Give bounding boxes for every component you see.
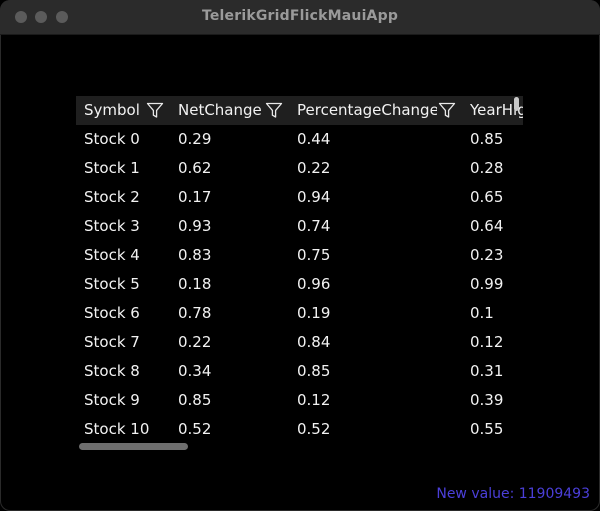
table-row[interactable]: Stock 4 0.83 0.75 0.23	[76, 241, 523, 270]
table-row[interactable]: Stock 2 0.17 0.94 0.65	[76, 183, 523, 212]
cell-symbol: Stock 5	[84, 275, 140, 293]
table-row[interactable]: Stock 10 0.52 0.52 0.55	[76, 415, 523, 444]
cell-percentagechange: 0.75	[297, 246, 331, 264]
cell-symbol: Stock 8	[84, 362, 140, 380]
cell-symbol: Stock 10	[84, 420, 150, 438]
table-row[interactable]: Stock 1 0.62 0.22 0.28	[76, 154, 523, 183]
title-bar: TelerikGridFlickMauiApp	[0, 0, 600, 35]
cell-symbol: Stock 4	[84, 246, 140, 264]
cell-symbol: Stock 1	[84, 159, 140, 177]
cell-yearhigh: 0.12	[470, 333, 504, 351]
cell-netchange: 0.29	[178, 130, 212, 148]
table-row[interactable]: Stock 8 0.34 0.85 0.31	[76, 357, 523, 386]
cell-percentagechange: 0.94	[297, 188, 331, 206]
cell-yearhigh: 0.28	[470, 159, 504, 177]
cell-netchange: 0.22	[178, 333, 212, 351]
cell-percentagechange: 0.44	[297, 130, 331, 148]
cell-symbol: Stock 3	[84, 217, 140, 235]
table-row[interactable]: Stock 5 0.18 0.96 0.99	[76, 270, 523, 299]
data-grid[interactable]: Symbol NetChange PercentageChange YearHi…	[76, 96, 523, 451]
column-header-netchange[interactable]: NetChange	[178, 96, 264, 125]
cell-netchange: 0.93	[178, 217, 212, 235]
column-header-percentagechange[interactable]: PercentageChange	[297, 96, 437, 125]
cell-yearhigh: 0.39	[470, 391, 504, 409]
cell-percentagechange: 0.74	[297, 217, 331, 235]
filter-icon[interactable]	[265, 102, 283, 119]
cell-symbol: Stock 7	[84, 333, 140, 351]
cell-yearhigh: 0.31	[470, 362, 504, 380]
cell-yearhigh: 0.99	[470, 275, 504, 293]
cell-percentagechange: 0.19	[297, 304, 331, 322]
vertical-scrollbar[interactable]	[514, 97, 519, 111]
column-header-symbol[interactable]: Symbol	[84, 96, 144, 125]
cell-netchange: 0.83	[178, 246, 212, 264]
table-row[interactable]: Stock 7 0.22 0.84 0.12	[76, 328, 523, 357]
horizontal-scrollbar[interactable]	[79, 443, 188, 450]
cell-netchange: 0.17	[178, 188, 212, 206]
cell-netchange: 0.34	[178, 362, 212, 380]
cell-percentagechange: 0.96	[297, 275, 331, 293]
cell-yearhigh: 0.64	[470, 217, 504, 235]
cell-percentagechange: 0.52	[297, 420, 331, 438]
cell-netchange: 0.18	[178, 275, 212, 293]
table-row[interactable]: Stock 6 0.78 0.19 0.1	[76, 299, 523, 328]
app-window: TelerikGridFlickMauiApp Symbol NetChange…	[0, 0, 600, 511]
cell-percentagechange: 0.85	[297, 362, 331, 380]
cell-yearhigh: 0.55	[470, 420, 504, 438]
cell-symbol: Stock 0	[84, 130, 140, 148]
table-row[interactable]: Stock 9 0.85 0.12 0.39	[76, 386, 523, 415]
cell-yearhigh: 0.23	[470, 246, 504, 264]
new-value-status: New value: 11909493	[436, 486, 590, 502]
cell-percentagechange: 0.12	[297, 391, 331, 409]
table-row[interactable]: Stock 3 0.93 0.74 0.64	[76, 212, 523, 241]
cell-symbol: Stock 9	[84, 391, 140, 409]
filter-icon[interactable]	[146, 102, 164, 119]
cell-yearhigh: 0.85	[470, 130, 504, 148]
cell-netchange: 0.62	[178, 159, 212, 177]
filter-icon[interactable]	[438, 102, 456, 119]
cell-yearhigh: 0.65	[470, 188, 504, 206]
grid-header: Symbol NetChange PercentageChange YearHi…	[76, 96, 523, 125]
cell-netchange: 0.52	[178, 420, 212, 438]
cell-netchange: 0.78	[178, 304, 212, 322]
cell-netchange: 0.85	[178, 391, 212, 409]
table-row[interactable]: Stock 0 0.29 0.44 0.85	[76, 125, 523, 154]
cell-symbol: Stock 2	[84, 188, 140, 206]
window-title: TelerikGridFlickMauiApp	[201, 8, 399, 24]
cell-percentagechange: 0.84	[297, 333, 331, 351]
cell-yearhigh: 0.1	[470, 304, 494, 322]
cell-symbol: Stock 6	[84, 304, 140, 322]
cell-percentagechange: 0.22	[297, 159, 331, 177]
